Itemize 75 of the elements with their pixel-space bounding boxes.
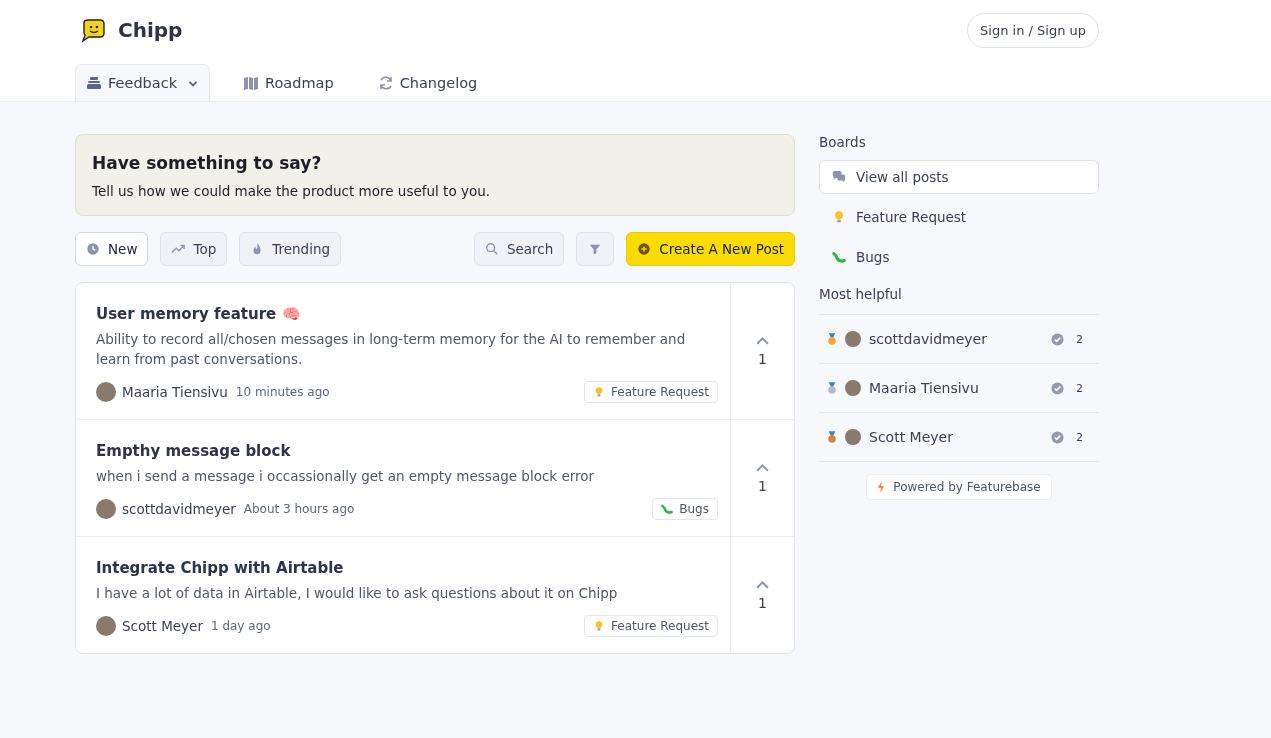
create-post-button[interactable]: Create A New Post (626, 232, 795, 266)
refresh-icon (377, 75, 394, 91)
post-time: 10 minutes ago (235, 385, 330, 399)
trend-up-icon (171, 242, 186, 256)
stack-icon (86, 75, 102, 91)
upvote-button[interactable]: 1 (730, 420, 794, 536)
map-icon (243, 75, 260, 91)
board-item[interactable]: Feature Request (819, 200, 1099, 234)
avatar-icon (845, 429, 861, 445)
avatar-icon (96, 382, 116, 402)
light-bulb-icon (832, 210, 846, 224)
sign-in-button[interactable]: Sign in / Sign up (967, 12, 1099, 48)
post-title[interactable]: Integrate Chipp with Airtable (96, 559, 718, 577)
post-title[interactable]: User memory feature 🧠 (96, 305, 718, 323)
clock-icon (86, 242, 100, 256)
check-badge-icon (1051, 430, 1064, 444)
caterpillar-icon (661, 503, 674, 515)
helper-count: 2 (1076, 430, 1083, 444)
post-description: Ability to record all/chosen messages in long-term memory for the AI to remember and learn from past conversations. (96, 330, 687, 369)
powered-by-link[interactable]: Powered by Featurebase (866, 474, 1052, 500)
filter-button[interactable] (576, 232, 615, 266)
search-icon (484, 242, 499, 256)
chat-bubble-logo-icon (80, 17, 106, 43)
author-name: Maaria Tiensivu (122, 384, 228, 400)
chevron-up-icon (756, 462, 769, 472)
board-item[interactable]: Bugs (819, 240, 1099, 274)
vote-count: 1 (758, 594, 767, 611)
sort-button[interactable]: New (75, 232, 149, 266)
helper-name: Maaria Tiensivu (869, 380, 979, 396)
post-time: 1 day ago (210, 619, 271, 633)
post-time: About 3 hours ago (243, 502, 355, 516)
board-item[interactable]: View all posts (819, 160, 1099, 194)
avatar-icon (845, 331, 861, 347)
helper-name: scottdavidmeyer (869, 331, 987, 347)
sort-button[interactable]: Top (160, 232, 228, 266)
boards-heading: Boards (819, 134, 867, 150)
banner-text: Tell us how we could make the product more useful to you. (92, 183, 492, 199)
nav-tab[interactable]: Roadmap (232, 64, 345, 101)
medal-icon (827, 381, 837, 395)
helper-name: Scott Meyer (869, 429, 953, 445)
vote-count: 1 (758, 477, 767, 494)
chat-bubbles-icon (832, 170, 846, 184)
avatar-icon (845, 380, 861, 396)
board-tag: Bugs (652, 498, 718, 520)
helper-count: 2 (1076, 381, 1083, 395)
medal-icon (827, 332, 837, 346)
check-badge-icon (1051, 332, 1064, 346)
medal-icon (827, 430, 837, 444)
author-name: scottdavidmeyer (122, 501, 236, 517)
most-helpful-heading: Most helpful (819, 286, 903, 302)
sort-button[interactable]: Trending (239, 232, 342, 266)
post-description: when i send a message i occassionally get an empty message block error (96, 467, 596, 486)
board-tag: Feature Request (584, 381, 718, 403)
post-description: I have a lot of data in Airtable, I would like to ask questions about it on Chipp (96, 584, 619, 603)
avatar-icon (96, 499, 116, 519)
post-title[interactable]: Empthy message block (96, 442, 718, 460)
plus-circle-icon (637, 242, 652, 256)
filter-icon (588, 242, 603, 256)
chevron-up-icon (756, 579, 769, 589)
author-name: Scott Meyer (122, 618, 203, 634)
upvote-button[interactable]: 1 (730, 283, 794, 419)
search-button[interactable]: Search (473, 232, 565, 266)
upvote-button[interactable]: 1 (730, 537, 794, 653)
vote-count: 1 (758, 350, 767, 367)
board-tag: Feature Request (584, 615, 718, 637)
caterpillar-icon (832, 250, 846, 264)
chevron-up-icon (756, 335, 769, 345)
banner-title: Have something to say? (92, 153, 323, 173)
brand-name: Chipp (118, 18, 183, 42)
nav-tab[interactable]: Changelog (366, 64, 489, 101)
avatar-icon (96, 616, 116, 636)
lightning-icon (877, 481, 886, 493)
helper-count: 2 (1076, 332, 1083, 346)
nav-tab[interactable]: Feedback (75, 64, 211, 101)
check-badge-icon (1051, 381, 1064, 395)
